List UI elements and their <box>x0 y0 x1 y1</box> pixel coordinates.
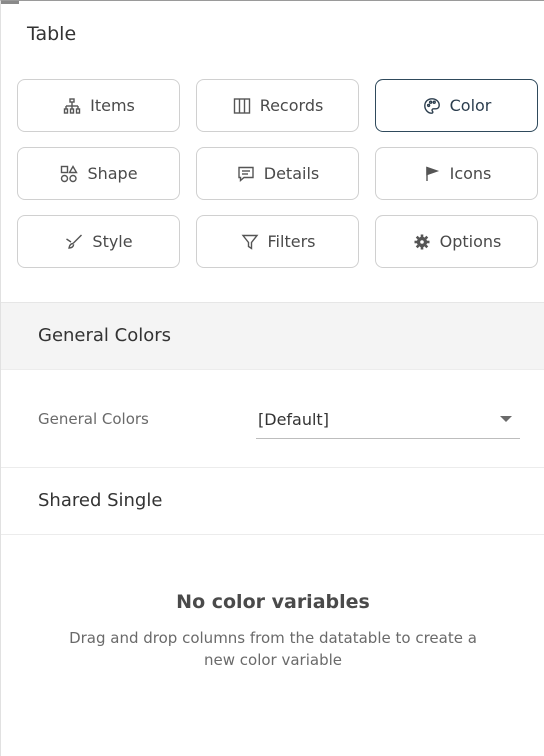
tab-filters[interactable]: Filters <box>196 215 359 268</box>
brush-icon <box>64 232 84 252</box>
general-colors-section-header[interactable]: General Colors <box>1 303 544 370</box>
chevron-down-icon <box>500 416 512 422</box>
tab-color[interactable]: Color <box>375 79 538 132</box>
columns-icon <box>232 96 252 116</box>
tab-label: Color <box>449 96 492 115</box>
divider <box>1 467 544 468</box>
select-value: [Default] <box>258 410 329 429</box>
tab-label: Icons <box>449 164 492 183</box>
tab-label: Options <box>439 232 502 251</box>
tab-label: Records <box>259 96 324 115</box>
tab-details[interactable]: Details <box>196 147 359 200</box>
tab-shape[interactable]: Shape <box>17 147 180 200</box>
corner-mark <box>1 1 19 4</box>
section-title: General Colors <box>38 325 172 346</box>
tab-label: Filters <box>267 232 316 251</box>
tab-label: Items <box>90 96 135 115</box>
shapes-icon <box>59 164 79 184</box>
palette-icon <box>422 96 442 116</box>
general-colors-field-row: General Colors [Default] <box>1 370 544 466</box>
general-colors-label: General Colors <box>38 410 149 428</box>
color-settings-panel: Table Items Records Color Shape Details … <box>0 0 544 756</box>
tab-label: Details <box>263 164 320 183</box>
tab-records[interactable]: Records <box>196 79 359 132</box>
tab-items[interactable]: Items <box>17 79 180 132</box>
settings-tab-grid: Items Records Color Shape Details Icons … <box>17 79 538 268</box>
shared-single-title: Shared Single <box>38 490 163 511</box>
filter-icon <box>240 232 260 252</box>
tab-label: Shape <box>87 164 138 183</box>
gear-icon <box>412 232 432 252</box>
empty-state-title: No color variables <box>176 591 370 613</box>
general-colors-select[interactable]: [Default] <box>256 400 520 439</box>
hierarchy-icon <box>62 96 82 116</box>
flag-icon <box>422 164 442 184</box>
empty-state: No color variables Drag and drop columns… <box>1 591 544 671</box>
panel-title: Table <box>27 23 77 45</box>
divider <box>1 534 544 535</box>
tab-icons[interactable]: Icons <box>375 147 538 200</box>
tab-style[interactable]: Style <box>17 215 180 268</box>
comment-icon <box>236 164 256 184</box>
tab-label: Style <box>92 232 133 251</box>
empty-state-description: Drag and drop columns from the datatable… <box>69 629 477 669</box>
tab-options[interactable]: Options <box>375 215 538 268</box>
